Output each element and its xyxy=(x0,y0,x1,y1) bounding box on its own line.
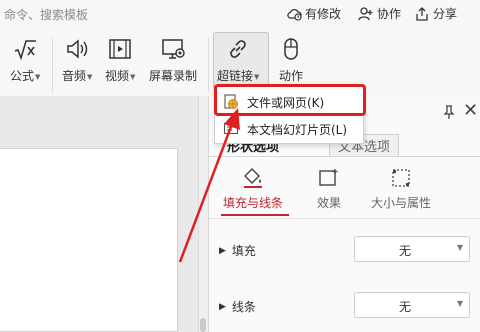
chevron-down-icon: ▼ xyxy=(456,243,463,252)
tab-divider xyxy=(209,156,480,157)
red-highlight-box xyxy=(214,84,366,116)
unsaved-changes-button[interactable]: 有修改 xyxy=(286,5,341,22)
formula-label: 公式 xyxy=(10,69,35,83)
effects-label: 效果 xyxy=(317,196,342,210)
screen-record-icon xyxy=(162,39,185,59)
tool-divider xyxy=(209,218,480,219)
fill-select[interactable]: 无 ▼ xyxy=(354,236,470,262)
line-value: 无 xyxy=(398,300,411,314)
expand-triangle-icon: ▶ xyxy=(219,245,226,256)
active-tab-underline xyxy=(221,214,289,216)
video-label: 视频 xyxy=(105,69,130,83)
action-label: 动作 xyxy=(278,69,303,83)
link-icon xyxy=(230,40,247,58)
slide-canvas-area xyxy=(0,96,208,332)
size-properties-tab[interactable]: 大小与属性 xyxy=(371,166,431,211)
top-bar: 命令、搜索模板 有修改 协作 分享 xyxy=(0,0,480,28)
scrollbar-thumb[interactable] xyxy=(200,318,206,332)
effects-tab[interactable]: 效果 xyxy=(317,166,341,211)
pin-icon[interactable] xyxy=(441,104,457,120)
fill-label: 填充 xyxy=(231,244,256,258)
expand-triangle-icon: ▶ xyxy=(219,301,226,312)
hyperlink-label: 超链接 xyxy=(217,69,254,83)
formula-icon xyxy=(14,40,37,61)
chevron-down-icon: ▼ xyxy=(456,299,463,308)
cloud-sync-icon xyxy=(287,8,302,21)
fill-line-label: 填充与线条 xyxy=(223,196,284,210)
audio-label: 音频 xyxy=(62,69,87,83)
fill-line-tab[interactable]: 填充与线条 xyxy=(223,166,283,211)
video-button[interactable]: 视频 ▼ xyxy=(105,36,135,84)
collab-label: 协作 xyxy=(377,7,402,21)
add-user-icon xyxy=(358,6,373,20)
menu-item-slide-page[interactable]: 本文档幻灯片页(L) xyxy=(215,116,363,142)
effects-icon xyxy=(319,169,338,186)
size-props-label: 大小与属性 xyxy=(371,196,432,210)
audio-button[interactable]: 音频 ▼ xyxy=(62,36,92,84)
ribbon-divider xyxy=(52,38,53,92)
chevron-down-icon: ▼ xyxy=(35,72,41,81)
chevron-down-icon: ▼ xyxy=(130,72,136,81)
share-button[interactable]: 分享 xyxy=(414,5,457,22)
chevron-down-icon: ▼ xyxy=(254,72,260,81)
paint-bucket-icon xyxy=(244,168,262,188)
hyperlink-button[interactable]: 超链接 ▼ xyxy=(217,36,259,84)
speaker-icon xyxy=(67,39,88,59)
slide-page-icon xyxy=(223,122,239,135)
collaborate-button[interactable]: 协作 xyxy=(358,5,401,22)
mouse-icon xyxy=(284,38,298,60)
chevron-down-icon: ▼ xyxy=(87,72,93,81)
video-icon xyxy=(109,39,131,59)
fill-value: 无 xyxy=(398,244,411,258)
formula-button[interactable]: 公式 ▼ xyxy=(10,36,40,84)
line-label: 线条 xyxy=(231,300,256,314)
screen-record-label: 屏幕录制 xyxy=(149,69,198,83)
unsaved-label: 有修改 xyxy=(305,7,342,21)
screen-record-button[interactable]: 屏幕录制 xyxy=(149,36,197,84)
search-hint[interactable]: 命令、搜索模板 xyxy=(4,6,88,23)
share-label: 分享 xyxy=(433,7,458,21)
fill-section-header[interactable]: ▶ 填充 xyxy=(219,242,256,259)
close-icon[interactable]: ✕ xyxy=(463,100,478,121)
slide-canvas[interactable] xyxy=(0,148,178,332)
line-select[interactable]: 无 ▼ xyxy=(354,292,470,318)
ribbon-divider xyxy=(208,38,209,92)
share-icon xyxy=(416,6,428,21)
action-button[interactable]: 动作 xyxy=(278,36,304,84)
size-icon xyxy=(392,169,410,187)
vertical-scrollbar[interactable] xyxy=(198,96,208,332)
menu-item-label: 本文档幻灯片页(L) xyxy=(247,122,348,137)
line-section-header[interactable]: ▶ 线条 xyxy=(219,298,256,315)
